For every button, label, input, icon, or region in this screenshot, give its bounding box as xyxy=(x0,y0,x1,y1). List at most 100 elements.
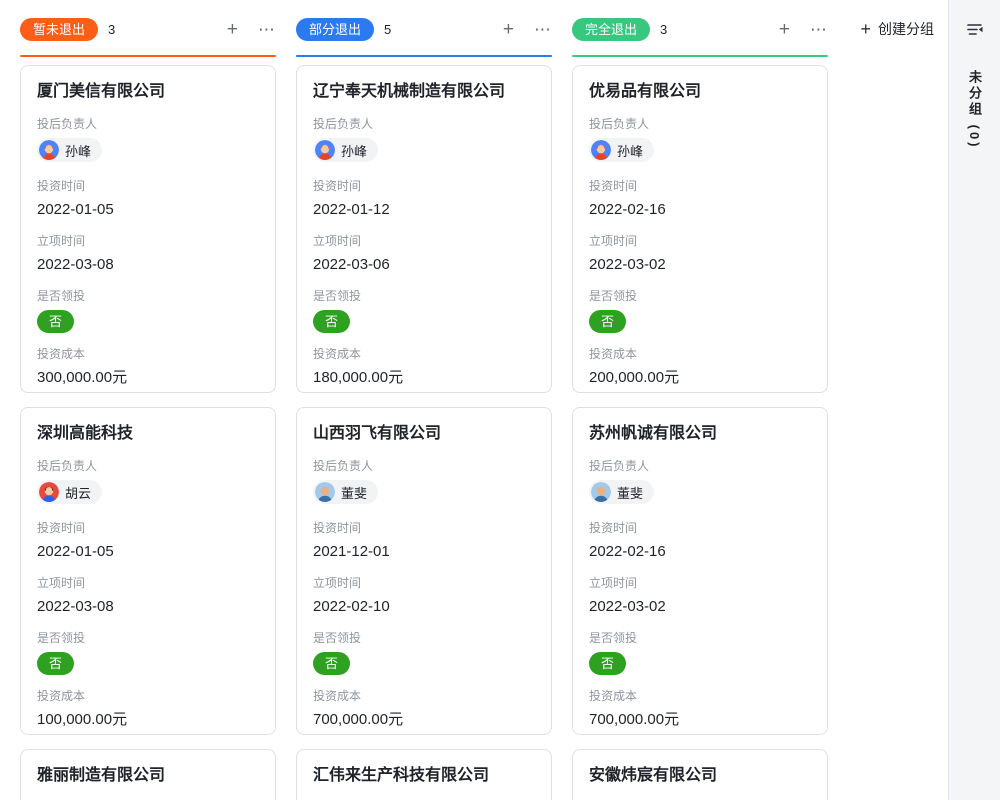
group-status-badge[interactable]: 暂未退出 xyxy=(20,18,98,41)
cost-value: 200,000.00元 xyxy=(589,367,811,388)
lead-badge: 否 xyxy=(589,310,626,333)
record-card[interactable]: 辽宁奉天机械制造有限公司投后负责人孙峰投资时间2022-01-12立项时间202… xyxy=(296,65,552,393)
field-label-lead: 是否领投 xyxy=(37,630,259,647)
field-label-project_date: 立项时间 xyxy=(313,575,535,592)
cost-value: 100,000.00元 xyxy=(37,709,259,730)
record-title: 厦门美信有限公司 xyxy=(37,80,259,103)
record-card[interactable]: 深圳高能科技投后负责人胡云投资时间2022-01-05立项时间2022-03-0… xyxy=(20,407,276,735)
cost-value: 700,000.00元 xyxy=(589,709,811,730)
field-label-manager: 投后负责人 xyxy=(37,458,259,475)
invest-date-value: 2022-02-16 xyxy=(589,541,811,562)
record-card[interactable]: 山西羽飞有限公司投后负责人董斐投资时间2021-12-01立项时间2022-02… xyxy=(296,407,552,735)
field-label-lead: 是否领投 xyxy=(589,288,811,305)
invest-date-value: 2022-01-12 xyxy=(313,199,535,220)
field-label-project_date: 立项时间 xyxy=(37,575,259,592)
record-card[interactable]: 厦门美信有限公司投后负责人孙峰投资时间2022-01-05立项时间2022-03… xyxy=(20,65,276,393)
group-count: 3 xyxy=(660,22,667,37)
field-label-lead: 是否领投 xyxy=(589,630,811,647)
invest-date-value: 2021-12-01 xyxy=(313,541,535,562)
lead-badge: 否 xyxy=(37,652,74,675)
plus-icon: + xyxy=(860,20,871,38)
avatar-icon xyxy=(315,482,335,502)
field-label-invest_date: 投资时间 xyxy=(37,178,259,195)
person-tag[interactable]: 孙峰 xyxy=(589,138,654,162)
invest-date-value: 2022-01-05 xyxy=(37,541,259,562)
avatar-icon xyxy=(315,140,335,160)
kanban-column-partial-exit: 部分退出 5 + ⋯ 辽宁奉天机械制造有限公司投后负责人孙峰投资时间2022-0… xyxy=(296,14,552,800)
card-list: 厦门美信有限公司投后负责人 孙峰投资时间 2022-01-05 立项时间 2022-03… xyxy=(20,65,276,800)
project-date-value: 2022-03-06 xyxy=(313,254,535,275)
record-card[interactable]: 汇伟来生产科技有限公司投后负责人 xyxy=(296,749,552,800)
field-label-cost: 投资成本 xyxy=(37,346,259,363)
project-date-value: 2022-03-08 xyxy=(37,596,259,617)
invest-date-value: 2022-01-05 xyxy=(37,199,259,220)
kanban-column-not-exited: 暂未退出 3 + ⋯ 厦门美信有限公司投后负责人 孙峰投资时间 2022-01-05… xyxy=(20,14,276,800)
expand-groups-icon[interactable] xyxy=(965,20,984,44)
field-label-project_date: 立项时间 xyxy=(313,233,535,250)
create-group-label: 创建分组 xyxy=(878,19,934,39)
person-tag[interactable]: 胡云 xyxy=(37,480,102,504)
person-name: 董斐 xyxy=(617,483,643,502)
invest-date-value: 2022-02-16 xyxy=(589,199,811,220)
field-label-lead: 是否领投 xyxy=(313,630,535,647)
field-label-cost: 投资成本 xyxy=(589,346,811,363)
record-card[interactable]: 苏州帆诚有限公司投后负责人董斐投资时间2022-02-16立项时间2022-03… xyxy=(572,407,828,735)
person-tag[interactable]: 孙峰 xyxy=(37,138,102,162)
avatar-icon xyxy=(591,482,611,502)
hidden-group-label[interactable]: 未分组 (0) xyxy=(965,70,984,150)
field-label-cost: 投资成本 xyxy=(37,688,259,705)
record-card[interactable]: 安徽炜宸有限公司投后负责人 xyxy=(572,749,828,800)
lead-badge: 否 xyxy=(37,310,74,333)
record-card[interactable]: 优易品有限公司投后负责人孙峰投资时间2022-02-16立项时间2022-03-… xyxy=(572,65,828,393)
field-label-cost: 投资成本 xyxy=(589,688,811,705)
collapsed-groups-rail: 未分组 (0) xyxy=(948,0,1000,800)
field-label-manager: 投后负责人 xyxy=(313,116,535,133)
more-icon[interactable]: ⋯ xyxy=(258,21,276,38)
field-label-cost: 投资成本 xyxy=(313,346,535,363)
kanban-board: 暂未退出 3 + ⋯ 厦门美信有限公司投后负责人孙峰投资时间2022-01-05… xyxy=(0,0,948,800)
add-record-icon[interactable]: + xyxy=(779,20,790,39)
column-header: 完全退出 3 + ⋯ xyxy=(572,14,828,44)
more-icon[interactable]: ⋯ xyxy=(534,21,552,38)
project-date-value: 2022-03-08 xyxy=(37,254,259,275)
group-count: 5 xyxy=(384,22,391,37)
record-title: 苏州帆诚有限公司 xyxy=(589,422,811,445)
group-status-badge[interactable]: 部分退出 xyxy=(296,18,374,41)
group-status-badge[interactable]: 完全退出 xyxy=(572,18,650,41)
column-header: 部分退出 5 + ⋯ xyxy=(296,14,552,44)
person-name: 董斐 xyxy=(341,483,367,502)
add-record-icon[interactable]: + xyxy=(227,20,238,39)
group-color-underline xyxy=(296,55,552,57)
record-title: 深圳高能科技 xyxy=(37,422,259,445)
field-label-invest_date: 投资时间 xyxy=(589,520,811,537)
more-icon[interactable]: ⋯ xyxy=(810,21,828,38)
field-label-project_date: 立项时间 xyxy=(37,233,259,250)
person-name: 胡云 xyxy=(65,483,91,502)
person-tag[interactable]: 孙峰 xyxy=(313,138,378,162)
lead-badge: 否 xyxy=(313,652,350,675)
person-tag[interactable]: 董斐 xyxy=(313,480,378,504)
record-title: 山西羽飞有限公司 xyxy=(313,422,535,445)
record-title: 辽宁奉天机械制造有限公司 xyxy=(313,80,535,103)
person-tag[interactable]: 董斐 xyxy=(589,480,654,504)
cost-value: 300,000.00元 xyxy=(37,367,259,388)
avatar-icon xyxy=(39,482,59,502)
cost-value: 700,000.00元 xyxy=(313,709,535,730)
group-color-underline xyxy=(572,55,828,57)
lead-badge: 否 xyxy=(313,310,350,333)
field-label-lead: 是否领投 xyxy=(37,288,259,305)
kanban-columns: 暂未退出 3 + ⋯ 厦门美信有限公司投后负责人孙峰投资时间2022-01-05… xyxy=(0,0,948,800)
field-label-project_date: 立项时间 xyxy=(589,233,811,250)
project-date-value: 2022-02-10 xyxy=(313,596,535,617)
person-name: 孙峰 xyxy=(65,141,91,160)
kanban-column-full-exit: 完全退出 3 + ⋯ 优易品有限公司投后负责人孙峰投资时间2022-02-16立… xyxy=(572,14,828,800)
create-group-button[interactable]: + 创建分组 xyxy=(860,19,934,39)
card-list: 辽宁奉天机械制造有限公司投后负责人孙峰投资时间2022-01-12立项时间202… xyxy=(296,65,552,800)
add-record-icon[interactable]: + xyxy=(503,20,514,39)
field-label-manager: 投后负责人 xyxy=(313,458,535,475)
person-name: 孙峰 xyxy=(617,141,643,160)
record-card[interactable]: 雅丽制造有限公司投后负责人 xyxy=(20,749,276,800)
column-header: 暂未退出 3 + ⋯ xyxy=(20,14,276,44)
card-list: 优易品有限公司投后负责人孙峰投资时间2022-02-16立项时间2022-03-… xyxy=(572,65,828,800)
avatar-icon xyxy=(39,140,59,160)
